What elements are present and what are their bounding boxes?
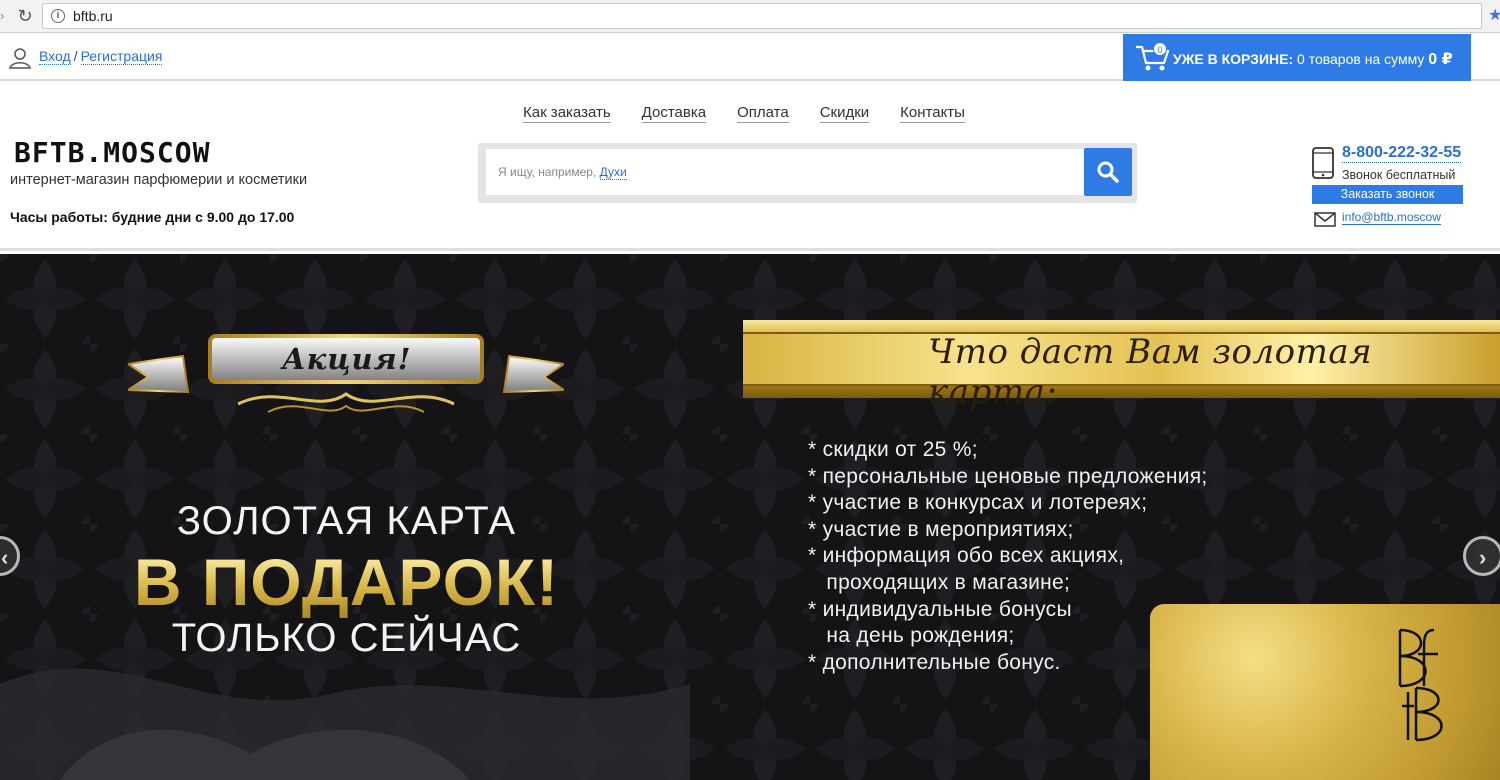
benefit-item: * дополнительные бонус.	[808, 650, 1061, 674]
cart-summary: УЖЕ В КОРЗИНЕ: 0 товаров на сумму 0 ₽	[1173, 49, 1453, 69]
cart-count-badge: 0	[1153, 42, 1167, 56]
main-menu: Как заказать Доставка Оплата Скидки Конт…	[523, 104, 996, 123]
slider-next-button[interactable]: ›	[1463, 536, 1500, 576]
promo-line-1: ЗОЛОТАЯ КАРТА	[176, 499, 517, 543]
reload-icon[interactable]: ↻	[15, 6, 35, 26]
phone-note: Звонок бесплатный	[1342, 168, 1456, 182]
working-hours: Часы работы: будние дни с 9.00 до 17.00	[10, 209, 295, 225]
benefit-item: проходящих в магазине;	[808, 570, 1071, 594]
back-arrow-icon[interactable]: ›	[0, 9, 6, 23]
url-text[interactable]: bftb.ru	[73, 8, 113, 24]
url-field[interactable]: i bftb.ru	[42, 3, 1482, 29]
site-tagline: интернет-магазин парфюмерии и косметики	[10, 172, 308, 188]
benefit-item: * индивидуальные бонусы	[808, 597, 1072, 621]
promo-line-3: ТОЛЬКО СЕЙЧАС	[171, 616, 522, 660]
menu-item-discounts[interactable]: Скидки	[819, 104, 870, 123]
auth-links: Вход / Регистрация	[39, 48, 163, 65]
cart-text: 0 товаров на сумму	[1297, 51, 1425, 67]
benefit-item: на день рождения;	[808, 624, 1015, 648]
auth-separator: /	[73, 48, 78, 64]
cart-sum: 0 ₽	[1428, 51, 1453, 68]
cart-label: УЖЕ В КОРЗИНЕ:	[1173, 51, 1294, 67]
bookmark-star-icon[interactable]: ★	[1488, 5, 1500, 25]
email-link[interactable]: info@bftb.moscow	[1342, 210, 1441, 225]
top-bar: Вход / Регистрация 0 УЖЕ В КОРЗИНЕ: 0 това…	[0, 34, 1500, 81]
search-icon	[1097, 161, 1119, 183]
phone-number-link[interactable]: 8-800-222-32-55	[1342, 144, 1462, 163]
chevron-left-icon: ‹	[1, 545, 9, 570]
order-callback-button[interactable]: Заказать звонок	[1312, 185, 1463, 204]
login-link[interactable]: Вход	[39, 48, 71, 65]
cart-button[interactable]: 0 УЖЕ В КОРЗИНЕ: 0 товаров на сумму 0 ₽	[1123, 34, 1471, 81]
mobile-phone-icon	[1312, 147, 1334, 179]
search-button[interactable]	[1084, 148, 1132, 196]
site-logo[interactable]: BFTB.MOSCOW	[14, 136, 210, 169]
search-hint-link[interactable]: Духи	[599, 165, 627, 180]
search-box: Я ищу, например, Духи	[478, 143, 1137, 203]
search-input[interactable]: Я ищу, например, Духи	[486, 149, 1084, 195]
promo-line-2: В ПОДАРОК!	[0, 544, 693, 620]
bftb-monogram-logo	[1398, 628, 1443, 742]
menu-item-contacts[interactable]: Контакты	[900, 104, 965, 123]
menu-item-how-to-order[interactable]: Как заказать	[523, 104, 611, 123]
benefit-item: * персональные ценовые предложения;	[808, 464, 1208, 488]
menu-item-payment[interactable]: Оплата	[737, 104, 789, 123]
menu-item-delivery[interactable]: Доставка	[641, 104, 707, 123]
browser-address-bar: › ↻ i bftb.ru ★	[0, 0, 1500, 33]
benefit-item: * участие в конкурсах и лотереях;	[808, 491, 1148, 515]
benefit-item: * скидки от 25 %;	[808, 438, 978, 461]
promo-banner[interactable]: Акция! Что даст Вам золотая карта: ЗОЛОТ…	[0, 254, 1500, 780]
benefits-list: * скидки от 25 %; * персональные ценовые…	[808, 437, 1208, 676]
promo-ribbon-text: Акция!	[282, 342, 412, 376]
benefit-item: * участие в мероприятиях;	[808, 517, 1074, 541]
user-icon	[9, 48, 31, 69]
envelope-icon	[1314, 212, 1336, 227]
gold-card-title: Что даст Вам золотая карта:	[928, 332, 1373, 412]
register-link[interactable]: Регистрация	[80, 48, 163, 65]
info-icon[interactable]: i	[51, 9, 65, 23]
chevron-right-icon: ›	[1479, 545, 1487, 570]
search-placeholder: Я ищу, например,	[498, 165, 597, 179]
benefit-item: * информация обо всех акциях,	[808, 544, 1125, 568]
site-header: Как заказать Доставка Оплата Скидки Конт…	[0, 81, 1500, 251]
